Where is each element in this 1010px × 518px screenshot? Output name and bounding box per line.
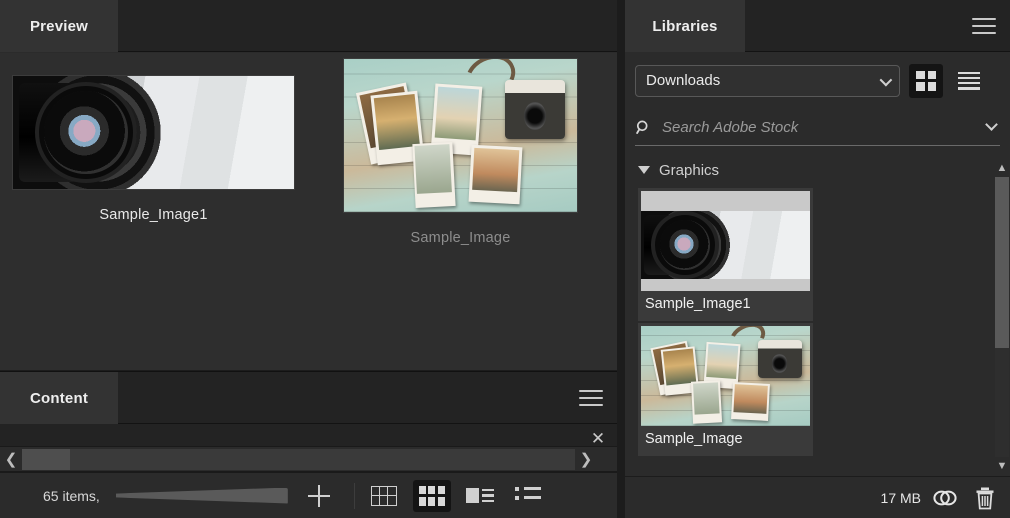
rows-icon[interactable] bbox=[952, 64, 986, 98]
search-icon bbox=[636, 120, 648, 134]
camera-lens-image bbox=[641, 211, 810, 279]
asset-thumbnail-polaroid-photos[interactable] bbox=[641, 326, 810, 426]
plus-icon[interactable] bbox=[306, 483, 332, 509]
chevron-right-icon[interactable]: ❯ bbox=[575, 447, 597, 472]
content-tabbar: Content bbox=[0, 372, 617, 424]
thumbnail-size-slider[interactable] bbox=[115, 487, 288, 504]
library-asset-2[interactable]: Sample_Image bbox=[638, 323, 813, 456]
content-horizontal-scrollbar[interactable]: ❮ ❯ bbox=[0, 446, 617, 472]
polaroid-3 bbox=[412, 142, 456, 209]
preview-caption-2: Sample_Image bbox=[410, 230, 511, 246]
search-input[interactable]: Search Adobe Stock bbox=[635, 110, 1000, 146]
tiles-icon[interactable] bbox=[412, 479, 451, 512]
hamburger-icon[interactable] bbox=[972, 17, 996, 34]
preview-item-1[interactable]: Sample_Image1 bbox=[12, 75, 295, 223]
tab-preview-label: Preview bbox=[29, 17, 89, 35]
preview-thumbnail-camera-lens[interactable] bbox=[12, 75, 295, 190]
grid-outline-icon[interactable] bbox=[365, 480, 403, 512]
tab-libraries[interactable]: Libraries bbox=[625, 0, 745, 52]
hamburger-icon[interactable] bbox=[579, 389, 603, 406]
search-placeholder: Search Adobe Stock bbox=[662, 119, 799, 136]
tab-preview[interactable]: Preview bbox=[0, 0, 118, 52]
libraries-toolbar: Downloads bbox=[625, 53, 1010, 108]
libraries-footer: 17 MB bbox=[625, 476, 1010, 518]
tab-content-label: Content bbox=[29, 389, 89, 407]
panel-divider[interactable] bbox=[617, 0, 625, 518]
library-select[interactable]: Downloads bbox=[635, 64, 900, 97]
preview-thumbnail-polaroid-photos[interactable] bbox=[343, 58, 578, 213]
polaroid-4 bbox=[731, 382, 771, 421]
chevron-left-icon[interactable]: ❮ bbox=[0, 447, 22, 472]
list-icon[interactable] bbox=[509, 480, 547, 512]
chevron-down-icon[interactable] bbox=[985, 118, 998, 131]
libraries-vertical-scrollbar[interactable]: ▲ ▼ bbox=[994, 160, 1010, 474]
status-bar: 65 items, bbox=[0, 472, 617, 518]
preview-item-2[interactable]: Sample_Image bbox=[343, 58, 578, 246]
trash-icon[interactable] bbox=[974, 486, 996, 510]
chevron-up-icon[interactable]: ▲ bbox=[994, 160, 1010, 176]
scroll-thumb[interactable] bbox=[22, 449, 70, 470]
libraries-body: Graphics Sample_Image1 Sample_Image bbox=[625, 155, 1010, 476]
group-header-graphics[interactable]: Graphics bbox=[625, 155, 1010, 185]
creative-cloud-icon[interactable] bbox=[932, 487, 958, 509]
polaroid-photos-image bbox=[641, 326, 810, 426]
app-window: Preview Sample_Image1 Sample_Image Conte… bbox=[0, 0, 1010, 518]
asset-name: Sample_Image bbox=[645, 431, 743, 447]
polaroid-4 bbox=[468, 144, 523, 205]
group-label: Graphics bbox=[659, 161, 720, 179]
scroll-track[interactable] bbox=[995, 177, 1009, 457]
quad-grid-icon[interactable] bbox=[909, 63, 943, 98]
preview-caption-1: Sample_Image1 bbox=[99, 207, 208, 223]
libraries-panel: Libraries Downloads Search Adobe Stock G… bbox=[625, 0, 1010, 518]
asset-name: Sample_Image1 bbox=[645, 296, 751, 312]
asset-thumbnail-camera-lens[interactable] bbox=[641, 191, 810, 291]
library-size-label: 17 MB bbox=[880, 489, 921, 506]
polaroid-photos-image bbox=[344, 59, 577, 212]
lens-glass bbox=[43, 90, 129, 175]
vintage-camera bbox=[504, 80, 566, 139]
polaroid-3 bbox=[690, 380, 722, 424]
slider-wedge bbox=[115, 487, 288, 504]
divider bbox=[353, 482, 355, 509]
preview-body: Sample_Image1 Sample_Image bbox=[0, 53, 617, 370]
details-icon[interactable] bbox=[461, 480, 499, 512]
library-asset-1[interactable]: Sample_Image1 bbox=[638, 188, 813, 321]
library-select-value: Downloads bbox=[646, 72, 721, 89]
thumb-matte bbox=[641, 191, 810, 211]
camera-lens-image bbox=[13, 76, 294, 189]
chevron-down-icon bbox=[879, 73, 893, 86]
scroll-track[interactable] bbox=[22, 449, 575, 470]
lens-glass bbox=[659, 219, 711, 271]
content-panel: Content ✕ ❮ ❯ 65 items, bbox=[0, 371, 617, 518]
item-count-label: 65 items, bbox=[43, 487, 100, 504]
triangle-down-icon[interactable] bbox=[638, 166, 650, 174]
preview-panel: Preview Sample_Image1 Sample_Image bbox=[0, 0, 617, 370]
tab-libraries-label: Libraries bbox=[652, 17, 718, 35]
libraries-tabbar: Libraries bbox=[625, 0, 1010, 52]
scroll-thumb[interactable] bbox=[995, 177, 1009, 348]
vintage-camera bbox=[757, 340, 802, 378]
left-column: Preview Sample_Image1 Sample_Image Conte… bbox=[0, 0, 617, 518]
tab-content[interactable]: Content bbox=[0, 372, 118, 424]
preview-tabbar: Preview bbox=[0, 0, 617, 52]
chevron-down-icon[interactable]: ▼ bbox=[994, 458, 1010, 474]
